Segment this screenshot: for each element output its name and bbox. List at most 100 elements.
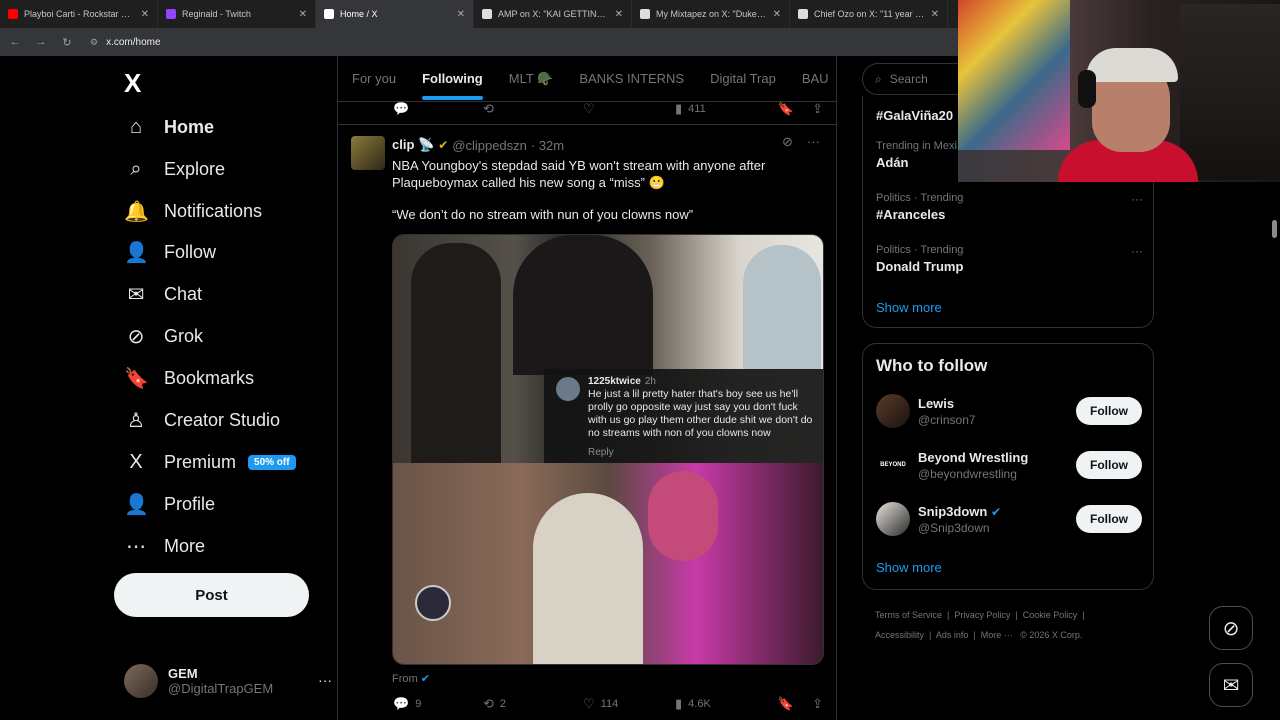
follow-button[interactable]: Follow — [1076, 505, 1142, 533]
close-icon[interactable]: ✕ — [457, 9, 465, 20]
main-feed: For you Following MLT 🪖 BANKS INTERNS Di… — [337, 56, 837, 720]
views-icon: ▮ — [675, 696, 683, 711]
grok-icon[interactable]: ⊘ — [782, 134, 793, 150]
tweet-menu: ⊘ ··· — [782, 134, 820, 150]
share-icon[interactable]: ⇪ — [812, 101, 823, 117]
browser-tab[interactable]: Reginald - Twitch ✕ — [158, 0, 316, 28]
reload-icon[interactable]: ↻ — [56, 36, 78, 49]
follow-suggestion[interactable]: Snip3down ✔ @Snip3down Follow — [876, 499, 1142, 539]
like-button[interactable]: ♡ 114 — [583, 696, 675, 712]
footer-link[interactable]: Terms of Service — [875, 610, 942, 620]
nav-item-notifications[interactable]: 🔔 Notifications — [124, 193, 262, 229]
nav-item-more[interactable]: ⋯ More — [124, 528, 205, 564]
footer-link[interactable]: Privacy Policy — [954, 610, 1010, 620]
footer-link[interactable]: More ··· — [981, 630, 1013, 640]
follow-suggestion[interactable]: Lewis @crinson7 Follow — [876, 391, 1142, 431]
back-icon[interactable]: ← — [4, 36, 26, 48]
nav-item-premium[interactable]: X Premium 50% off — [124, 444, 296, 480]
close-icon[interactable]: ✕ — [773, 9, 781, 20]
close-icon[interactable]: ✕ — [931, 9, 939, 20]
trend-item[interactable]: Politics · Trending #Aranceles ··· — [876, 192, 1143, 222]
post-button[interactable]: Post — [114, 573, 309, 617]
scrollbar-thumb[interactable] — [1272, 220, 1277, 238]
show-more-trends-link[interactable]: Show more — [876, 300, 942, 315]
tweet-image[interactable]: 1225ktwice 2h He just a lil pretty hater … — [392, 234, 824, 665]
nav-item-profile[interactable]: 👤 Profile — [124, 486, 215, 522]
verified-gold-icon: ✔ — [438, 138, 449, 152]
follow-button[interactable]: Follow — [1076, 451, 1142, 479]
envelope-icon: ✉ — [127, 283, 145, 306]
nav-item-home[interactable]: ⌂ Home — [124, 109, 214, 145]
follow-suggestion[interactable]: BEYOND Beyond Wrestling @beyondwrestling … — [876, 445, 1142, 485]
footer-link[interactable]: Accessibility — [875, 630, 924, 640]
nav-item-chat[interactable]: ✉ Chat — [124, 276, 202, 312]
tweet-author-name[interactable]: clip 📡 — [392, 137, 434, 153]
repost-button[interactable]: ⟲ 2 — [483, 696, 583, 712]
follow-button[interactable]: Follow — [1076, 397, 1142, 425]
nav-item-bookmarks[interactable]: 🔖 Bookmarks — [124, 360, 254, 396]
forward-icon[interactable]: → — [30, 36, 52, 48]
bookmark-icon[interactable]: 🔖 — [778, 696, 794, 712]
person-silhouette — [411, 243, 501, 463]
show-more-follow-link[interactable]: Show more — [876, 560, 942, 575]
more-icon[interactable]: ··· — [1131, 244, 1143, 258]
browser-tab[interactable]: Chief Ozo on X: "11 year old ✕ — [790, 0, 948, 28]
site-info-icon[interactable]: ⚙ — [90, 37, 98, 48]
who-to-follow-panel: Who to follow Lewis @crinson7 Follow BEYO… — [862, 343, 1154, 590]
previous-tweet-actions: 💬 ⟲ ♡ ▮ 411 🔖 ⇪ — [393, 101, 823, 117]
browser-tab-active[interactable]: Home / X ✕ — [316, 0, 474, 28]
repost-button[interactable]: ⟲ — [483, 101, 583, 117]
share-icon[interactable]: ⇪ — [812, 696, 823, 712]
verified-icon: ✔ — [420, 673, 430, 685]
nav-item-follow[interactable]: 👤 Follow — [124, 234, 216, 270]
like-button[interactable]: ♡ — [583, 101, 675, 117]
more-icon[interactable]: ··· — [807, 134, 820, 150]
trend-item[interactable]: #GalaViña20 — [876, 105, 953, 123]
account-switcher[interactable]: GEM @DigitalTrapGEM ··· — [124, 664, 332, 698]
reply-button[interactable]: 💬 9 — [393, 696, 483, 712]
avatar — [876, 394, 910, 428]
views-button[interactable]: ▮ 411 — [675, 101, 773, 117]
tab-bau[interactable]: BAU — [802, 71, 829, 86]
browser-tab[interactable]: AMP on X: "KAI GETTING MAD✕ — [474, 0, 632, 28]
avatar — [556, 377, 580, 401]
close-icon[interactable]: ✕ — [141, 9, 149, 20]
nav-item-grok[interactable]: ⊘ Grok — [124, 318, 203, 354]
repost-icon: ⟲ — [483, 101, 494, 116]
tab-digital-trap[interactable]: Digital Trap — [710, 71, 776, 86]
reply-button[interactable]: 💬 — [393, 101, 483, 117]
footer-link[interactable]: Cookie Policy — [1023, 610, 1078, 620]
nav-item-explore[interactable]: ⌕ Explore — [124, 151, 225, 187]
more-icon[interactable]: ··· — [1131, 192, 1143, 206]
browser-tab[interactable]: My Mixtapez on X: "Duke Denn✕ — [632, 0, 790, 28]
reply-icon: 💬 — [393, 696, 410, 711]
trend-item[interactable]: Trending in Mexi Adán — [876, 140, 957, 170]
tweet-timestamp[interactable]: · 32m — [531, 138, 564, 153]
grok-button[interactable]: ⊘ — [1209, 606, 1253, 650]
heart-icon: ♡ — [583, 696, 595, 711]
tweet-actions: 💬 9 ⟲ 2 ♡ 114 ▮ 4.6K 🔖 ⇪ — [393, 696, 823, 712]
tab-for-you[interactable]: For you — [352, 71, 396, 86]
gorilla-figure — [648, 471, 718, 561]
url-field[interactable]: ⚙ x.com/home — [90, 37, 161, 48]
tab-mlt[interactable]: MLT 🪖 — [509, 71, 554, 87]
nav-item-creator-studio[interactable]: ♙ Creator Studio — [124, 402, 280, 438]
avatar — [124, 664, 158, 698]
views-button[interactable]: ▮ 4.6K — [675, 696, 773, 712]
trend-item[interactable]: Politics · Trending Donald Trump ··· — [876, 244, 1143, 274]
person-silhouette — [743, 245, 821, 370]
messages-button[interactable]: ✉ — [1209, 663, 1253, 707]
close-icon[interactable]: ✕ — [615, 9, 623, 20]
tweet-author-handle[interactable]: @clippedszn — [452, 138, 527, 153]
tab-following[interactable]: Following — [422, 71, 483, 100]
more-icon[interactable]: ··· — [318, 672, 332, 688]
webcam-overlay — [958, 0, 1280, 182]
bookmark-icon[interactable]: 🔖 — [778, 101, 794, 117]
tab-banks-interns[interactable]: BANKS INTERNS — [579, 71, 684, 86]
x-logo-icon[interactable]: X — [124, 68, 141, 99]
browser-tab[interactable]: Playboi Carti - Rockstar Made ✕ — [0, 0, 158, 28]
close-icon[interactable]: ✕ — [299, 9, 307, 20]
comment-user: 1225ktwice — [588, 376, 641, 387]
footer-link[interactable]: Ads info — [936, 630, 969, 640]
avatar[interactable] — [351, 136, 385, 170]
